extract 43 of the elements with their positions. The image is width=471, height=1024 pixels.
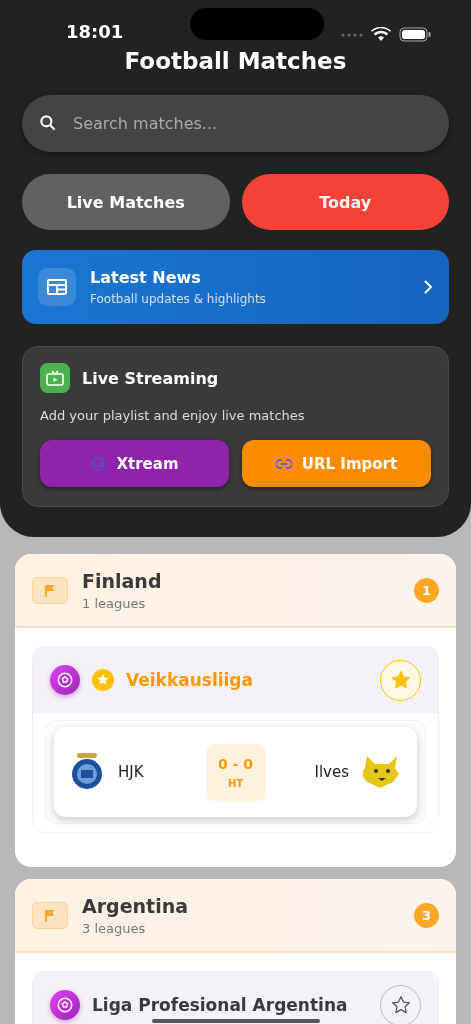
league-name: Veikkausliiga xyxy=(126,670,254,690)
filter-tab[interactable]: Live Matches xyxy=(22,174,230,230)
match-status: HT xyxy=(227,777,244,789)
search-field[interactable]: Search matches... xyxy=(22,95,449,152)
football-icon xyxy=(56,996,74,1014)
league-count: 1 leagues xyxy=(82,595,147,611)
match-score: 0 - 0 xyxy=(217,755,253,772)
country-name: Finland xyxy=(82,569,163,592)
news-subtitle: Football updates & highlights xyxy=(90,292,267,306)
team-crest-icon xyxy=(363,754,401,790)
country-header[interactable]: Finland 1 leagues 1 xyxy=(15,554,456,628)
star-icon xyxy=(390,995,411,1015)
team-name: HJK xyxy=(118,763,144,781)
signal-icon xyxy=(341,32,363,37)
filter-tab[interactable]: Today xyxy=(241,174,449,230)
flag-icon xyxy=(44,908,56,922)
import-button[interactable]: Xtream xyxy=(40,440,229,487)
star-icon xyxy=(390,670,411,690)
count-badge: 1 xyxy=(414,577,439,603)
newspaper-icon xyxy=(47,278,67,296)
status-time: 18:01 xyxy=(66,21,124,42)
count-badge: 3 xyxy=(414,902,439,928)
news-title: Latest News xyxy=(90,268,202,287)
streaming-description: Add your playlist and enjoy live matches xyxy=(40,408,306,423)
user-icon xyxy=(90,455,107,472)
tv-icon xyxy=(46,370,64,386)
chevron-right-icon xyxy=(423,279,433,295)
country-name: Argentina xyxy=(82,894,190,917)
league-count: 3 leagues xyxy=(82,920,147,936)
match-card[interactable]: HJK 0 - 0 HT Ilves xyxy=(54,727,417,817)
country-header[interactable]: Argentina 3 leagues 3 xyxy=(15,879,456,953)
wifi-icon xyxy=(371,27,391,42)
streaming-title: Live Streaming xyxy=(82,368,219,388)
search-icon xyxy=(38,113,58,133)
battery-icon xyxy=(399,27,431,42)
team-crest-icon xyxy=(70,753,104,791)
league-name: Liga Profesional Argentina xyxy=(92,995,349,1015)
link-icon xyxy=(275,458,292,469)
football-icon xyxy=(56,671,74,689)
team-name: Ilves xyxy=(314,763,349,781)
page-title: Football Matches xyxy=(123,47,348,76)
news-banner[interactable]: Latest News Football updates & highlights xyxy=(22,250,449,324)
flag-icon xyxy=(44,583,56,597)
